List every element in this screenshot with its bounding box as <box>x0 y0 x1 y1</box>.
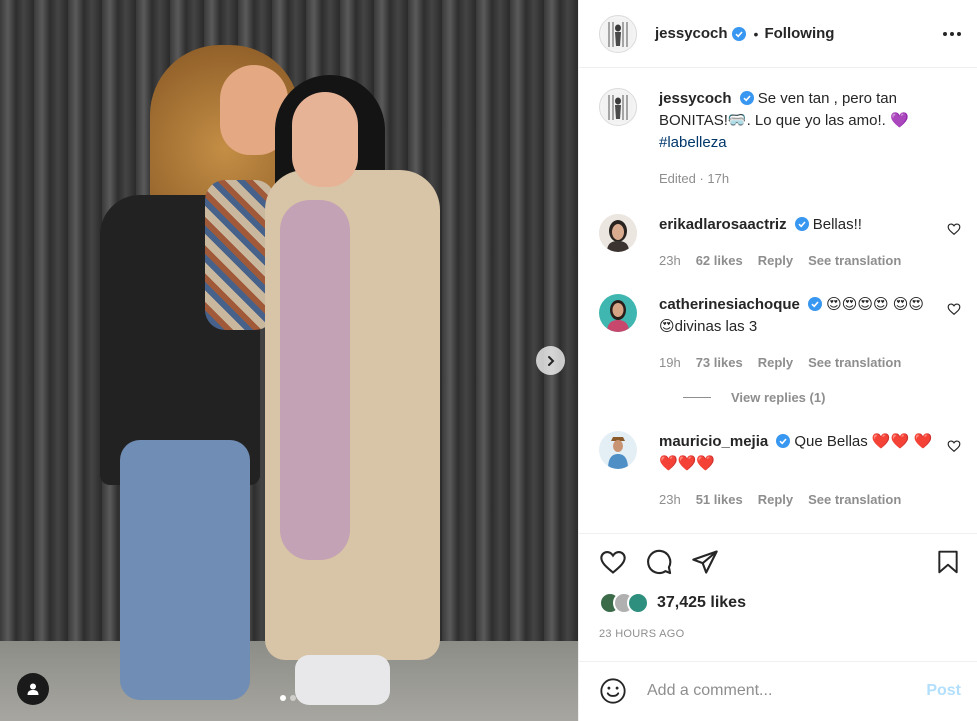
view-replies-line <box>683 397 711 399</box>
separator-dot: • <box>753 25 759 42</box>
comment-body: erikadlarosaactriz Bellas!! 23h 62 likes… <box>659 214 961 272</box>
comment-meta: 19h 73 likes Reply See translation <box>659 352 935 374</box>
carousel-indicator <box>280 695 296 701</box>
comment-likes[interactable]: 62 likes <box>696 250 743 272</box>
user-tag-icon <box>27 683 39 695</box>
caption-username[interactable]: jessycoch <box>659 90 732 107</box>
heart-icon[interactable] <box>947 302 961 316</box>
share-icon[interactable] <box>691 548 719 576</box>
chevron-right-icon <box>547 355 554 366</box>
avatar[interactable] <box>599 294 637 333</box>
more-icon-dot <box>950 31 954 36</box>
heart-icon[interactable] <box>599 548 627 576</box>
comment-username[interactable]: catherinesiachoque <box>659 296 800 313</box>
heart-icon[interactable] <box>947 222 961 236</box>
post-viewer: jessycoch • Following jessycoch Se ven t… <box>0 0 977 721</box>
post-actions: 37,425 likes 23 HOURS AGO <box>579 533 977 660</box>
avatar[interactable] <box>599 214 637 253</box>
header-username[interactable]: jessycoch <box>655 25 728 42</box>
carousel-dot <box>290 695 296 701</box>
comment-item: mauricio_mejia Que Bellas ❤️❤️ ❤️❤️❤️❤️ … <box>599 431 961 511</box>
post-photo[interactable] <box>0 0 578 721</box>
caption-meta: Edited · 17h <box>659 168 935 190</box>
comment-item: catherinesiachoque 😍😍😍😍 😍😍😍divinas las 3… <box>599 294 961 374</box>
reply-button[interactable]: Reply <box>758 250 793 272</box>
carousel-dot-active <box>280 695 286 701</box>
comment-time[interactable]: 23h <box>659 489 681 511</box>
emoji-icon[interactable] <box>599 677 627 705</box>
likes-summary: 37,425 likes <box>599 592 961 615</box>
post-side-panel: jessycoch • Following jessycoch Se ven t… <box>578 0 977 721</box>
caption: jessycoch Se ven tan , pero tan BONITAS!… <box>599 88 961 190</box>
more-icon <box>943 31 947 36</box>
likes-count[interactable]: 37,425 likes <box>657 594 746 612</box>
caption-body: jessycoch Se ven tan , pero tan BONITAS!… <box>659 88 961 190</box>
photo-figure-right-face <box>292 92 358 187</box>
profile-picture-icon <box>599 431 637 470</box>
hashtag-link[interactable]: #labelleza <box>659 134 727 151</box>
see-translation-button[interactable]: See translation <box>808 250 901 272</box>
comment-time[interactable]: 19h <box>659 352 681 374</box>
avatar[interactable] <box>599 431 637 470</box>
verified-badge-icon <box>776 434 791 449</box>
verified-badge-icon <box>807 297 822 312</box>
photo-figure-left-jeans <box>120 440 250 700</box>
post-header: jessycoch • Following <box>579 0 977 69</box>
heart-icon[interactable] <box>947 439 961 453</box>
reply-button[interactable]: Reply <box>758 489 793 511</box>
photo-figure-right-shoes <box>295 655 390 705</box>
reply-button[interactable]: Reply <box>758 352 793 374</box>
profile-picture-icon <box>599 214 637 253</box>
comment-text: Bellas!! <box>812 216 862 234</box>
bookmark-icon[interactable] <box>935 548 961 576</box>
comment-body: mauricio_mejia Que Bellas ❤️❤️ ❤️❤️❤️❤️ … <box>659 431 961 511</box>
see-translation-button[interactable]: See translation <box>808 352 901 374</box>
comments-section[interactable]: jessycoch Se ven tan , pero tan BONITAS!… <box>579 68 977 533</box>
see-translation-button[interactable]: See translation <box>808 489 901 511</box>
comment-username[interactable]: erikadlarosaactriz <box>659 216 787 233</box>
comment-icon[interactable] <box>645 548 673 576</box>
following-button[interactable]: Following <box>764 25 834 42</box>
next-slide-button[interactable] <box>536 346 565 375</box>
comment-body: catherinesiachoque 😍😍😍😍 😍😍😍divinas las 3… <box>659 294 961 374</box>
add-comment-bar: Post <box>579 660 977 721</box>
profile-picture-icon <box>599 294 637 333</box>
verified-badge-icon <box>794 217 809 232</box>
comment-username[interactable]: mauricio_mejia <box>659 433 768 450</box>
profile-picture-icon <box>603 18 633 49</box>
post-comment-button[interactable]: Post <box>926 682 961 700</box>
profile-picture-icon <box>603 92 633 123</box>
comment-meta: 23h 62 likes Reply See translation <box>659 250 935 272</box>
comment-item: erikadlarosaactriz Bellas!! 23h 62 likes… <box>599 214 961 272</box>
comment-meta: 23h 51 likes Reply See translation <box>659 489 935 511</box>
tagged-users-button[interactable] <box>17 673 49 705</box>
comment-likes[interactable]: 73 likes <box>696 352 743 374</box>
view-replies-label: View replies (1) <box>731 390 826 406</box>
comment-input[interactable] <box>647 682 927 701</box>
verified-badge-icon <box>731 26 746 41</box>
more-icon-dot <box>957 31 961 36</box>
post-time-ago[interactable]: 23 HOURS AGO <box>599 628 961 640</box>
photo-figure-right-dress <box>280 200 350 560</box>
caption-timestamp: Edited · 17h <box>659 171 730 187</box>
avatar[interactable] <box>599 88 637 127</box>
more-options-button[interactable] <box>943 26 961 42</box>
liker-avatar[interactable] <box>627 592 649 615</box>
comment-likes[interactable]: 51 likes <box>696 489 743 511</box>
view-replies-button[interactable]: View replies (1) <box>599 390 961 405</box>
action-icons <box>599 548 961 576</box>
verified-badge-icon <box>739 91 754 106</box>
comment-time[interactable]: 23h <box>659 250 681 272</box>
avatar[interactable] <box>599 14 637 53</box>
